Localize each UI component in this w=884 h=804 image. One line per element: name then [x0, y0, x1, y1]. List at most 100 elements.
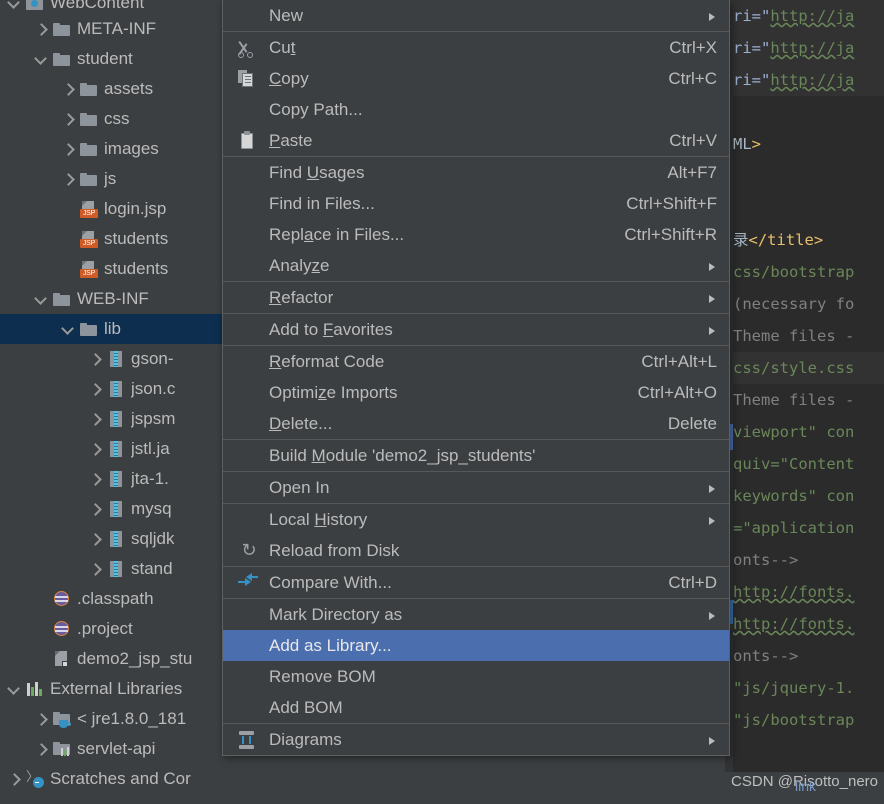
tree-item-js[interactable]: js	[0, 164, 222, 194]
tree-item-meta-inf[interactable]: META-INF	[0, 14, 222, 44]
code-editor-panel[interactable]: ri="http://ja ri="http://ja ri="http://ja …	[725, 0, 884, 804]
chevron-right-icon[interactable]	[35, 712, 48, 726]
code-line[interactable]	[733, 160, 884, 192]
menu-item-find-usages[interactable]: Find Usages Alt+F7	[223, 157, 729, 188]
menu-item-local-history[interactable]: Local History	[223, 504, 729, 535]
tree-item-login-jsp[interactable]: JSP login.jsp	[0, 194, 222, 224]
menu-item-diagrams[interactable]: Diagrams	[223, 724, 729, 755]
tree-item-demo2-jsp-stu[interactable]: demo2_jsp_stu	[0, 644, 222, 674]
chevron-right-icon[interactable]	[89, 562, 102, 576]
code-line[interactable]: "js/jquery-1.	[733, 672, 884, 704]
chevron-right-icon[interactable]	[62, 142, 75, 156]
code-line[interactable]	[733, 96, 884, 128]
chevron-down-icon[interactable]	[7, 0, 21, 10]
tree-item-students[interactable]: JSP students	[0, 224, 222, 254]
code-line[interactable]	[733, 192, 884, 224]
code-line[interactable]: onts-->	[733, 640, 884, 672]
chevron-right-icon[interactable]	[89, 442, 102, 456]
tree-item-classpath[interactable]: .classpath	[0, 584, 222, 614]
menu-item-open-in[interactable]: Open In	[223, 472, 729, 503]
chevron-right-icon[interactable]	[62, 112, 75, 126]
code-line[interactable]: 录</title>	[733, 224, 884, 256]
tree-item-students[interactable]: JSP students	[0, 254, 222, 284]
tree-item-sqljdk[interactable]: sqljdk	[0, 524, 222, 554]
menu-item-delete[interactable]: Delete... Delete	[223, 408, 729, 439]
tree-item-external-libraries[interactable]: External Libraries	[0, 674, 222, 704]
code-line[interactable]: css/bootstrap	[733, 256, 884, 288]
code-line[interactable]: "js/bootstrap	[733, 704, 884, 736]
tree-item-css[interactable]: css	[0, 104, 222, 134]
code-line[interactable]: viewport" con	[733, 416, 884, 448]
tree-item-jre1-8-0-181[interactable]: < jre1.8.0_181	[0, 704, 222, 734]
code-line[interactable]: ="application	[733, 512, 884, 544]
tree-item-stand[interactable]: stand	[0, 554, 222, 584]
menu-item-replace-in-files[interactable]: Replace in Files... Ctrl+Shift+R	[223, 219, 729, 250]
menu-item-add-to-favorites[interactable]: Add to Favorites	[223, 314, 729, 345]
menu-item-analyze[interactable]: Analyze	[223, 250, 729, 281]
menu-item-add-as-library[interactable]: Add as Library...	[223, 630, 729, 661]
chevron-right-icon[interactable]	[89, 502, 102, 516]
chevron-right-icon[interactable]	[89, 412, 102, 426]
menu-item-remove-bom[interactable]: Remove BOM	[223, 661, 729, 692]
menu-item-optimize-imports[interactable]: Optimize Imports Ctrl+Alt+O	[223, 377, 729, 408]
code-line[interactable]: ri="http://ja	[733, 0, 884, 32]
tree-item-jstl-ja[interactable]: jstl.ja	[0, 434, 222, 464]
code-line[interactable]: http://fonts.	[733, 608, 884, 640]
tree-item-mysq[interactable]: mysq	[0, 494, 222, 524]
code-line[interactable]: quiv="Content	[733, 448, 884, 480]
chevron-right-icon[interactable]	[89, 352, 102, 366]
tree-item-jspsm[interactable]: jspsm	[0, 404, 222, 434]
tree-item-lib[interactable]: lib	[0, 314, 222, 344]
chevron-right-icon[interactable]	[35, 22, 48, 36]
chevron-right-icon[interactable]	[89, 532, 102, 546]
menu-item-new[interactable]: New	[223, 0, 729, 31]
chevron-right-icon[interactable]	[89, 382, 102, 396]
code-line[interactable]: Theme files -	[733, 384, 884, 416]
code-line[interactable]: (necessary fo	[733, 288, 884, 320]
chevron-down-icon[interactable]	[34, 291, 48, 306]
chevron-right-icon[interactable]	[35, 742, 48, 756]
tree-item-gson[interactable]: gson-	[0, 344, 222, 374]
code-line[interactable]: onts-->	[733, 544, 884, 576]
menu-item-reload-from-disk[interactable]: ↻ Reload from Disk	[223, 535, 729, 566]
tree-item-webcontent[interactable]: WebContent	[0, 0, 222, 14]
tree-item-student[interactable]: student	[0, 44, 222, 74]
chevron-right-icon[interactable]	[8, 772, 21, 786]
tree-item-servlet-api[interactable]: servlet-api	[0, 734, 222, 764]
tree-item-project[interactable]: .project	[0, 614, 222, 644]
project-tree-panel[interactable]: WebContent META-INF student assets css images…	[0, 0, 222, 804]
tree-item-json-c[interactable]: json.c	[0, 374, 222, 404]
chevron-down-icon[interactable]	[61, 321, 75, 336]
context-menu[interactable]: New Cut Ctrl+X Copy Ctrl+C Copy Path... Paste C…	[222, 0, 730, 756]
chevron-down-icon[interactable]	[7, 681, 21, 696]
code-line[interactable]: ri="http://ja	[733, 32, 884, 64]
menu-item-compare-with[interactable]: Compare With... Ctrl+D	[223, 567, 729, 598]
code-line[interactable]: ML>	[733, 128, 884, 160]
menu-item-paste[interactable]: Paste Ctrl+V	[223, 125, 729, 156]
tree-item-web-inf[interactable]: WEB-INF	[0, 284, 222, 314]
code-line[interactable]: css/style.css	[733, 352, 884, 384]
code-line[interactable]: ri="http://ja	[733, 64, 884, 96]
code-line[interactable]: http://fonts.	[733, 576, 884, 608]
tree-item-assets[interactable]: assets	[0, 74, 222, 104]
menu-item-build-module-demo2-jsp-students[interactable]: Build Module 'demo2_jsp_students'	[223, 440, 729, 471]
chevron-right-icon[interactable]	[89, 472, 102, 486]
code-line[interactable]: Theme files -	[733, 320, 884, 352]
editor-code-area[interactable]: ri="http://ja ri="http://ja ri="http://ja …	[733, 0, 884, 804]
tree-item-images[interactable]: images	[0, 134, 222, 164]
menu-item-add-bom[interactable]: Add BOM	[223, 692, 729, 723]
menu-item-reformat-code[interactable]: Reformat Code Ctrl+Alt+L	[223, 346, 729, 377]
chevron-down-icon[interactable]	[34, 51, 48, 66]
menu-item-find-in-files[interactable]: Find in Files... Ctrl+Shift+F	[223, 188, 729, 219]
tree-item-jta-1[interactable]: jta-1.	[0, 464, 222, 494]
code-line[interactable]: keywords" con	[733, 480, 884, 512]
menu-item-cut[interactable]: Cut Ctrl+X	[223, 32, 729, 63]
menu-item-mark-directory-as[interactable]: Mark Directory as	[223, 599, 729, 630]
menu-icon-spacer	[237, 163, 261, 183]
menu-item-copy[interactable]: Copy Ctrl+C	[223, 63, 729, 94]
chevron-right-icon[interactable]	[62, 172, 75, 186]
menu-item-refactor[interactable]: Refactor	[223, 282, 729, 313]
menu-item-copy-path[interactable]: Copy Path...	[223, 94, 729, 125]
chevron-right-icon[interactable]	[62, 82, 75, 96]
tree-item-scratches-and-cor[interactable]: 〉 Scratches and Cor	[0, 764, 222, 794]
